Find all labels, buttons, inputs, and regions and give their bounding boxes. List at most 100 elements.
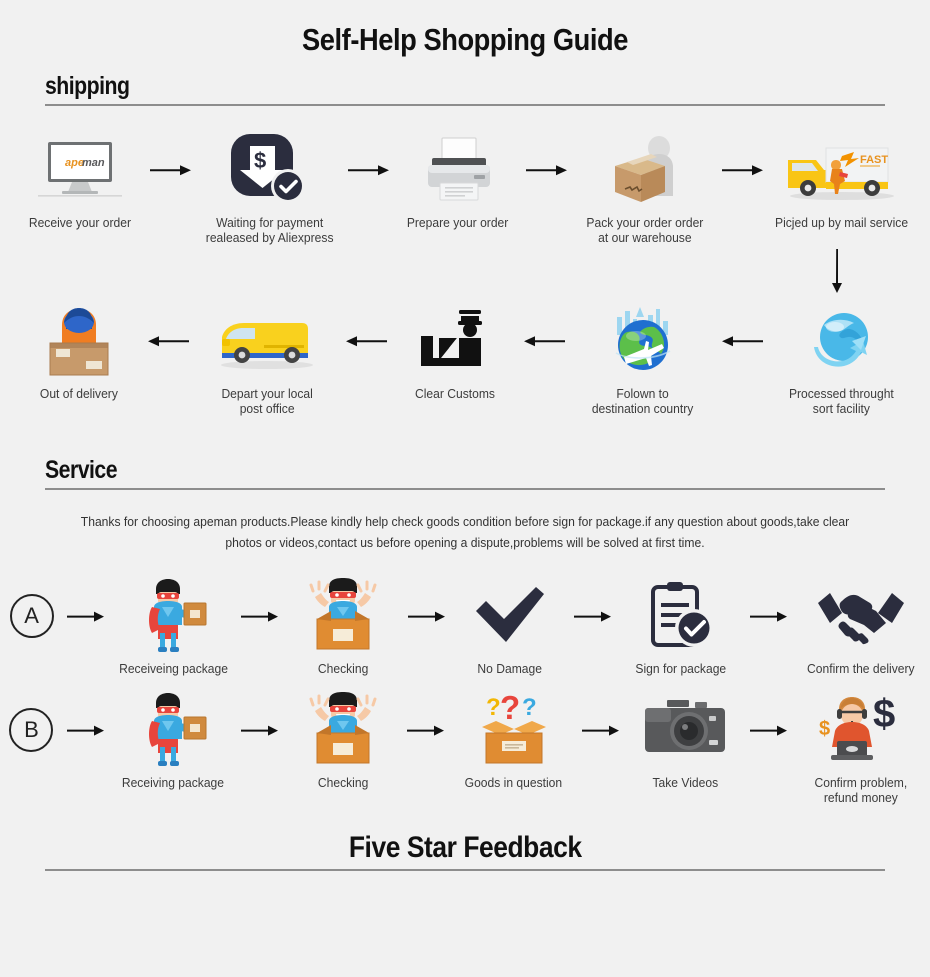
svg-text:man: man — [82, 157, 105, 169]
service-section-header: Service — [45, 456, 885, 490]
arrow-right-icon — [524, 132, 570, 208]
step-a-confirm-delivery: Confirm the delivery — [792, 578, 930, 676]
step-caption: Folown to destination country — [592, 386, 694, 416]
step-caption: Clear Customs — [415, 386, 495, 401]
step-caption: Depart your local post office — [221, 386, 313, 416]
svg-text:?: ? — [500, 691, 520, 726]
arrow-down-icon — [832, 249, 842, 293]
payment-dollar-check-icon: $ — [229, 132, 311, 208]
step-clear-customs: Clear Customs — [389, 303, 521, 401]
step-caption: Checking — [318, 661, 369, 676]
arrow-right-icon — [237, 692, 283, 768]
arrow-right-icon — [746, 578, 792, 654]
superhero-package-icon — [134, 692, 212, 768]
arrow-right-icon — [746, 692, 792, 768]
shipping-heading: shipping — [45, 72, 130, 100]
step-a-sign-for-package: Sign for package — [616, 578, 746, 676]
row-b-badge: B — [0, 692, 63, 790]
step-a-receiving-package: Receiveing package — [109, 578, 237, 676]
step-b-goods-in-question: ? ? ? Goods in question — [449, 691, 579, 790]
monitor-apeman-icon: ape man — [32, 132, 128, 208]
step-caption: Goods in question — [464, 775, 563, 790]
arrow-right-icon — [404, 578, 450, 654]
step-b-take-videos: Take Videos — [624, 692, 746, 790]
step-caption: Receiveing package — [118, 661, 228, 676]
superhero-open-box-icon — [303, 578, 383, 654]
clipboard-check-icon — [645, 578, 717, 654]
page-title: Self-Help Shopping Guide — [302, 22, 628, 57]
step-flown-to-destination: Folown to destination country — [567, 303, 719, 416]
step-a-checking: Checking — [283, 578, 403, 676]
arrow-right-icon — [237, 578, 283, 654]
camera-icon — [643, 692, 727, 768]
arrow-left-icon — [343, 303, 389, 379]
svg-text:?: ? — [522, 694, 537, 721]
arrow-left-icon — [719, 303, 765, 379]
connector-down-arrow — [0, 249, 930, 293]
arrow-right-icon — [63, 578, 109, 654]
arrow-right-icon — [720, 132, 766, 208]
step-out-of-delivery: Out of delivery — [13, 303, 145, 401]
step-a-no-damage: No Damage — [450, 578, 570, 676]
badge-letter-a: A — [9, 594, 54, 638]
step-pack-order: Pack your order order at our warehouse — [570, 132, 720, 245]
step-caption: Confirm problem, refund money — [814, 775, 908, 805]
arrow-right-icon — [148, 132, 194, 208]
step-caption: Waiting for payment realeased by Aliexpr… — [205, 215, 334, 245]
arrow-right-icon — [403, 692, 449, 768]
step-caption: No Damage — [477, 661, 542, 676]
globe-airplane-icon — [600, 303, 686, 379]
svg-text:$: $ — [819, 718, 830, 740]
service-row-b: B Receiving package Checking ? ? ? Goods… — [0, 691, 930, 805]
support-agent-dollar-icon: $ $ — [813, 692, 909, 768]
step-caption: Pack your order order at our warehouse — [586, 215, 703, 245]
service-heading: Service — [45, 456, 118, 484]
step-caption: Prepare your order — [406, 215, 509, 230]
step-caption: Picjed up by mail service — [774, 215, 909, 230]
shipping-section-header: shipping — [45, 72, 885, 106]
svg-text:$: $ — [254, 148, 266, 173]
superhero-open-box-icon — [303, 692, 383, 768]
footer-section-header: Five Star Feedback — [45, 831, 885, 871]
step-prepare-order: Prepare your order — [392, 132, 524, 230]
step-picked-up: FAST Picjed up by mail service — [766, 132, 918, 230]
globe-sort-facility-icon — [800, 303, 882, 379]
step-b-checking: Checking — [283, 692, 403, 790]
step-caption: Take Videos — [652, 775, 719, 790]
service-paragraph: Thanks for choosing apeman products.Plea… — [80, 515, 850, 550]
shipping-row-1: ape man Receive your order $ Waiting for… — [0, 132, 930, 245]
step-caption: Checking — [317, 775, 368, 790]
checkmark-icon — [472, 578, 548, 654]
row-a-badge: A — [0, 578, 63, 676]
printer-icon — [418, 132, 498, 208]
superhero-package-icon — [134, 578, 212, 654]
arrow-right-icon — [346, 132, 392, 208]
step-depart-post-office: Depart your local post office — [191, 303, 343, 416]
question-box-icon: ? ? ? — [472, 691, 556, 768]
step-caption: Processed throught sort facility — [788, 386, 894, 416]
svg-text:$: $ — [873, 693, 895, 736]
fast-delivery-truck-icon: FAST — [780, 132, 904, 208]
svg-text:?: ? — [486, 694, 501, 721]
arrow-right-icon — [63, 692, 109, 768]
shopping-guide-page: Self-Help Shopping Guide shipping ape ma… — [0, 0, 930, 977]
arrow-right-icon — [570, 578, 616, 654]
step-receive-order: ape man Receive your order — [13, 132, 148, 230]
arrow-left-icon — [521, 303, 567, 379]
svg-text:FAST: FAST — [860, 154, 888, 166]
step-caption: Sign for package — [635, 661, 727, 676]
packing-box-worker-icon — [597, 132, 693, 208]
arrow-right-icon — [578, 692, 624, 768]
delivery-person-box-icon — [36, 303, 122, 379]
footer-heading: Five Star Feedback — [348, 831, 582, 864]
shipping-row-2: Out of delivery Depart your local post o… — [0, 303, 930, 416]
step-processed-sort-facility: Processed throught sort facility — [765, 303, 917, 416]
step-waiting-payment: $ Waiting for payment realeased by Aliex… — [194, 132, 346, 245]
step-caption: Out of delivery — [40, 386, 118, 401]
step-caption: Receiving package — [121, 775, 224, 790]
arrow-left-icon — [145, 303, 191, 379]
handshake-icon — [816, 578, 906, 654]
step-b-receiving-package: Receiving package — [109, 692, 237, 790]
step-caption: Confirm the delivery — [807, 661, 915, 676]
badge-letter-b: B — [9, 708, 54, 752]
